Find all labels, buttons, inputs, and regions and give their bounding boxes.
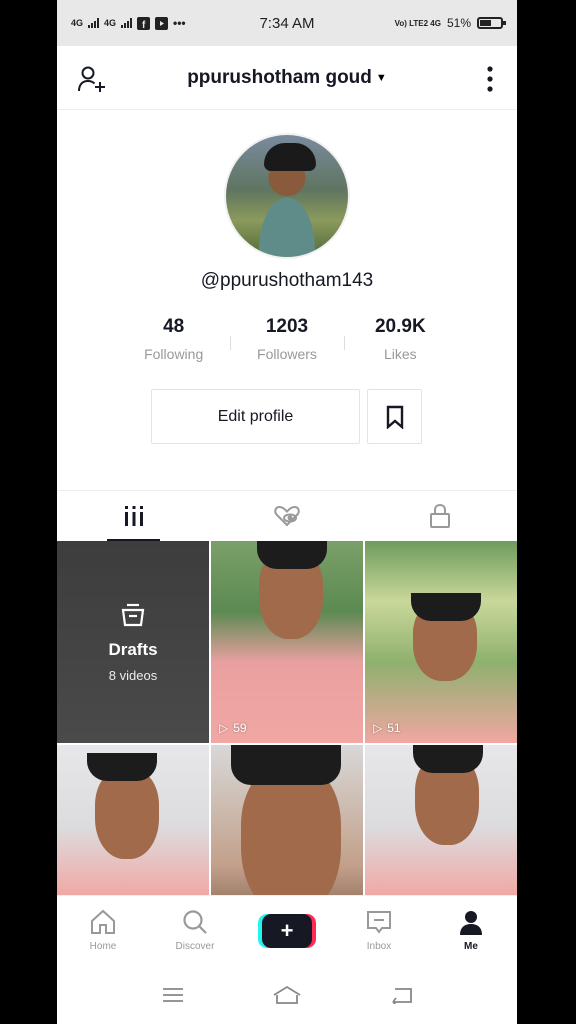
drafts-title: Drafts (108, 639, 158, 659)
drafts-count: 8 videos (108, 667, 158, 683)
phone-screen: 4G 4G f ••• 7:34 AM Vo) LTE2 4G 51% ppur… (57, 0, 517, 1024)
stat-label: Likes (383, 346, 417, 362)
bookmark-button[interactable] (367, 389, 422, 444)
profile-icon (460, 911, 482, 935)
nav-home[interactable]: Home (57, 896, 149, 965)
nav-home-label: Home (89, 941, 117, 952)
nav-me-label: Me (464, 941, 478, 952)
search-icon (183, 910, 207, 934)
lock-icon (430, 503, 451, 528)
stat-value: 20.9K (374, 316, 426, 337)
inbox-icon (367, 911, 391, 934)
profile-handle: @ppurushotham143 (200, 270, 374, 291)
stat-label: Following (144, 346, 204, 362)
play-count-value: 51 (387, 721, 401, 735)
nav-me[interactable]: Me (425, 896, 517, 965)
nav-inbox-label: Inbox (366, 941, 392, 952)
username-title[interactable]: ppurushotham goud (187, 67, 372, 89)
system-navigation (57, 965, 517, 1024)
nav-inbox[interactable]: Inbox (333, 896, 425, 965)
profile-header: ppurushotham goud ▼ (57, 46, 517, 110)
create-plus-icon: + (262, 913, 312, 948)
profile-tabs (57, 490, 517, 541)
edit-profile-button[interactable]: Edit profile (151, 389, 360, 444)
thumbnail-hair (87, 753, 157, 781)
tab-private[interactable] (364, 491, 517, 541)
video-grid: Drafts 8 videos ▷ 59 ▷ 51 (57, 541, 517, 947)
tab-liked[interactable] (210, 491, 363, 541)
stat-following[interactable]: 48 Following (117, 316, 230, 362)
stat-followers[interactable]: 1203 Followers (230, 316, 343, 362)
video-thumbnail[interactable]: ▷ 59 (211, 541, 363, 743)
stat-value: 48 (163, 316, 185, 337)
status-time: 7:34 AM (259, 14, 315, 32)
video-thumbnail[interactable]: ▷ 51 (365, 541, 517, 743)
drafts-tile[interactable]: Drafts 8 videos (57, 541, 209, 743)
thumbnail-hair (411, 593, 481, 621)
play-icon: ▷ (219, 721, 229, 735)
thumbnail-hair (257, 541, 327, 569)
drafts-icon (121, 603, 145, 626)
profile-stats: 48 Following 1203 Followers 20.9K Likes (117, 316, 457, 362)
grid-videos-icon (124, 506, 143, 526)
play-count: ▷ 51 (373, 721, 401, 735)
play-count: ▷ 59 (219, 721, 247, 735)
menu-icon[interactable] (161, 986, 185, 1004)
stat-label: Followers (257, 346, 317, 362)
stat-value: 1203 (265, 316, 309, 337)
more-options-icon[interactable] (487, 66, 493, 92)
thumbnail-hair (231, 745, 341, 785)
back-icon[interactable] (389, 986, 413, 1004)
avatar[interactable] (224, 133, 350, 259)
bookmark-icon (386, 405, 403, 429)
play-icon: ▷ (373, 721, 383, 735)
status-bar: 4G 4G f ••• 7:34 AM Vo) LTE2 4G 51% (57, 0, 517, 46)
bottom-nav: Home Discover + Inbox Me (57, 895, 517, 965)
thumbnail-face (241, 765, 341, 915)
thumbnail-face (95, 769, 159, 859)
nav-discover-label: Discover (175, 941, 215, 952)
stat-likes[interactable]: 20.9K Likes (343, 316, 457, 362)
nav-discover[interactable]: Discover (149, 896, 241, 965)
play-count-value: 59 (233, 721, 247, 735)
battery-icon (477, 17, 506, 29)
avatar-hair (264, 143, 316, 171)
home-button-icon[interactable] (272, 985, 302, 1005)
thumbnail-hair (413, 745, 483, 773)
chevron-down-icon[interactable]: ▼ (376, 72, 387, 84)
battery-fill (480, 20, 492, 26)
liked-hidden-icon (274, 505, 300, 527)
nav-create[interactable]: + (241, 896, 333, 965)
tab-videos[interactable] (57, 491, 210, 541)
add-user-icon[interactable] (77, 64, 107, 94)
home-icon (91, 909, 115, 934)
